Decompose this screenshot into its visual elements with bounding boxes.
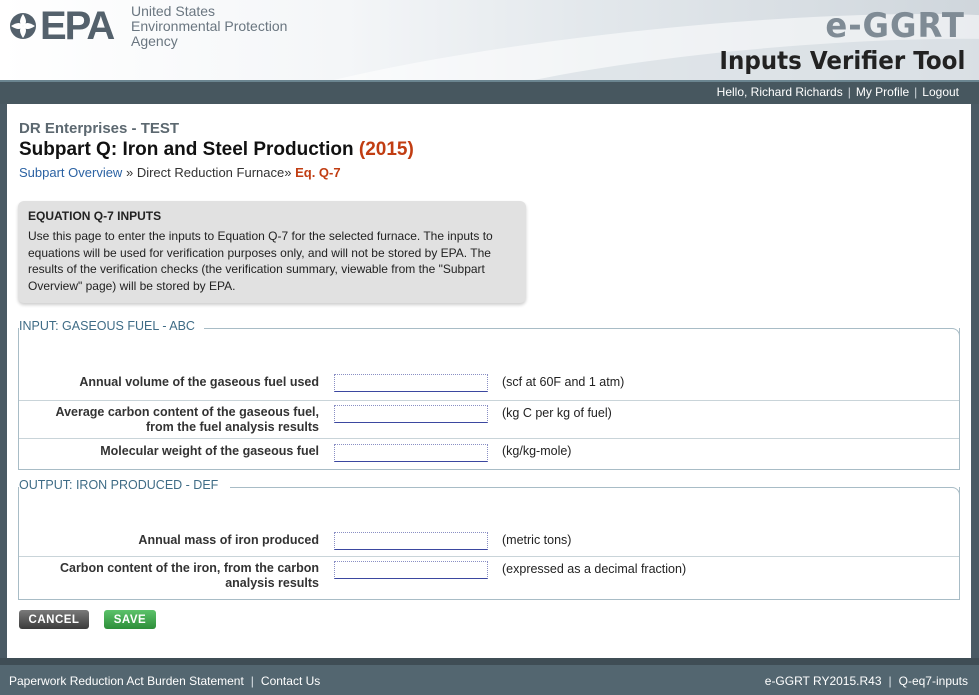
page-identifier: Q-eq7-inputs [898, 674, 968, 688]
nav-separator: | [914, 85, 918, 99]
carbon-content-fuel-unit: (kg C per kg of fuel) [502, 406, 612, 420]
footer-right-info: e-GGRT RY2015.R43 | Q-eq7-inputs [765, 674, 968, 688]
annual-mass-iron-label: Annual mass of iron produced [138, 533, 319, 547]
form-row-carbon-content-iron: Carbon content of the iron, from the car… [19, 557, 959, 599]
cancel-button[interactable]: CANCEL [19, 610, 89, 629]
agency-name: United States Environmental Protection A… [131, 4, 287, 49]
form-row-annual-volume: Annual volume of the gaseous fuel used (… [19, 360, 959, 401]
form-row-carbon-content-fuel: Average carbon content of the gaseous fu… [19, 401, 959, 439]
output-iron-produced-section: OUTPUT: IRON PRODUCED - DEF Annual mass … [18, 478, 960, 600]
user-links: Hello, Richard Richards | My Profile | Logou… [717, 85, 959, 99]
app-version: e-GGRT RY2015.R43 [764, 674, 882, 688]
instructions-heading: EQUATION Q-7 INPUTS [28, 209, 162, 223]
company-name: DR Enterprises - TEST [19, 120, 180, 137]
annual-volume-input[interactable] [334, 374, 488, 392]
breadcrumb-current: Eq. Q-7 [295, 165, 341, 180]
carbon-content-fuel-input[interactable] [334, 405, 488, 423]
site-header: EPA United States Environmental Protecti… [0, 0, 979, 80]
my-profile-link[interactable]: My Profile [856, 85, 909, 99]
user-nav-bar: Hello, Richard Richards | My Profile | Logou… [0, 80, 979, 104]
instructions-box: EQUATION Q-7 INPUTS Use this page to ent… [18, 201, 526, 303]
form-row-annual-mass-iron: Annual mass of iron produced (metric ton… [19, 519, 959, 557]
carbon-content-fuel-label: Average carbon content of the gaseous fu… [56, 405, 319, 435]
paperwork-statement-link[interactable]: Paperwork Reduction Act Burden Statement [9, 674, 244, 688]
agency-line-2: Environmental Protection [131, 18, 288, 34]
epa-flower-icon [8, 11, 38, 41]
page-title-text: Subpart Q: Iron and Steel Production [19, 139, 354, 160]
site-footer: Paperwork Reduction Act Burden Statement… [0, 665, 979, 695]
instructions-body: Use this page to enter the inputs to Equ… [28, 229, 493, 293]
molecular-weight-unit: (kg/kg-mole) [502, 444, 572, 458]
nav-separator: | [847, 85, 851, 99]
footer-divider [0, 658, 979, 665]
epa-wordmark: EPA [40, 4, 115, 48]
app-name: e-GGRT [825, 6, 965, 46]
breadcrumb-separator: » [125, 165, 134, 180]
breadcrumb: Subpart Overview » Direct Reduction Furn… [19, 165, 341, 180]
logout-link[interactable]: Logout [922, 85, 959, 99]
carbon-content-iron-input[interactable] [334, 561, 488, 579]
output-section-legend: OUTPUT: IRON PRODUCED - DEF [19, 478, 223, 492]
footer-left-links: Paperwork Reduction Act Burden Statement… [9, 674, 320, 688]
molecular-weight-label: Molecular weight of the gaseous fuel [100, 444, 319, 458]
carbon-content-fuel-label-line-2: from the fuel analysis results [146, 420, 319, 434]
footer-separator: | [250, 674, 254, 688]
reporting-year: (2015) [358, 139, 414, 160]
agency-line-3: Agency [131, 33, 178, 49]
carbon-content-iron-label-line-1: Carbon content of the iron, from the car… [59, 561, 319, 575]
input-gaseous-fuel-section: INPUT: GASEOUS FUEL - ABC Annual volume … [18, 319, 960, 470]
carbon-content-iron-label-line-2: analysis results [225, 576, 319, 590]
breadcrumb-subpart-overview[interactable]: Subpart Overview [19, 165, 122, 180]
agency-line-1: United States [131, 3, 216, 19]
molecular-weight-input[interactable] [334, 444, 488, 462]
carbon-content-iron-label: Carbon content of the iron, from the car… [60, 561, 319, 591]
annual-mass-iron-unit: (metric tons) [502, 533, 572, 547]
footer-separator: | [888, 674, 892, 688]
epa-logo[interactable]: EPA [8, 4, 115, 48]
contact-us-link[interactable]: Contact Us [261, 674, 320, 688]
page-title: Subpart Q: Iron and Steel Production (20… [19, 139, 414, 161]
annual-volume-label: Annual volume of the gaseous fuel used [79, 375, 319, 389]
input-section-legend: INPUT: GASEOUS FUEL - ABC [19, 319, 199, 333]
tool-name: Inputs Verifier Tool [719, 46, 965, 75]
form-row-molecular-weight: Molecular weight of the gaseous fuel (kg… [19, 439, 959, 469]
greeting-link[interactable]: Hello, Richard Richards [717, 85, 843, 99]
main-content: DR Enterprises - TEST Subpart Q: Iron an… [7, 104, 971, 658]
section-border [230, 487, 960, 500]
carbon-content-fuel-label-line-1: Average carbon content of the gaseous fu… [55, 405, 319, 419]
annual-volume-unit: (scf at 60F and 1 atm) [502, 375, 625, 389]
carbon-content-iron-unit: (expressed as a decimal fraction) [502, 562, 687, 576]
breadcrumb-furnace: Direct Reduction Furnace [136, 165, 285, 180]
save-button[interactable]: SAVE [104, 610, 156, 629]
annual-mass-iron-input[interactable] [334, 532, 488, 550]
section-border [204, 328, 960, 341]
breadcrumb-separator: » [284, 165, 292, 180]
